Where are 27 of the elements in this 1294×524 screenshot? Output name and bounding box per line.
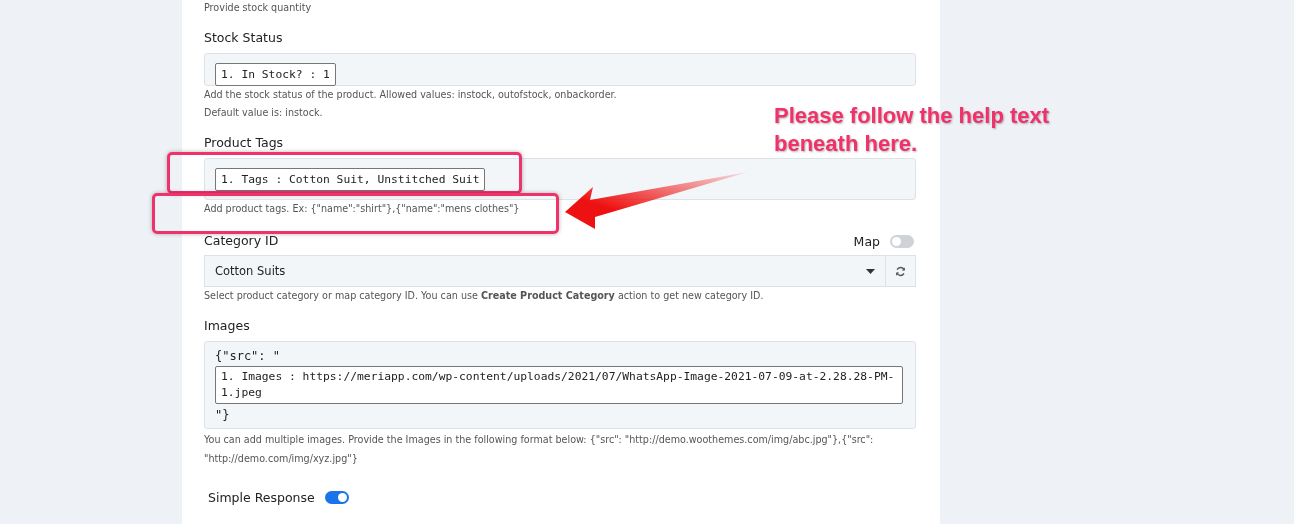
help-text: Add the stock status of the product. Allowed values: instock, outofstock, onbackorder. xyxy=(204,88,617,102)
toggle-label: Simple Response xyxy=(208,490,315,505)
field-label: Stock Status xyxy=(204,29,283,47)
simple-response-toggle[interactable] xyxy=(324,491,349,504)
field-label: Product Tags xyxy=(204,134,284,152)
map-toggle[interactable] xyxy=(890,234,914,248)
category-select[interactable]: Cotton Suits xyxy=(204,255,886,287)
product-tags-field[interactable]: 1. Tags : Cotton Suit, Unstitched Suit xyxy=(204,158,916,200)
images-field[interactable]: {"src": " 1. Images : https://meriapp.com/wp-content/uploads/2021/07/WhatsApp-Image-2021-07-09-at-2.28.28-PM-1.jpeg "} xyxy=(204,341,916,429)
help-text: Provide stock quantity xyxy=(204,1,312,15)
value-chip: 1. In Stock? : 1 xyxy=(215,63,336,86)
annotation-text: Please follow the help text beneath here. xyxy=(774,102,1051,158)
help-text: Add product tags. Ex: {"name":"shirt"},{"name":"mens clothes"} xyxy=(204,202,520,216)
value-chip: 1. Tags : Cotton Suit, Unstitched Suit xyxy=(215,168,486,191)
refresh-icon xyxy=(895,265,906,277)
template-text: {"src": " xyxy=(215,348,282,365)
template-text: "} xyxy=(215,407,231,424)
value-chip: 1. Images : https://meriapp.com/wp-content/uploads/2021/07/WhatsApp-Image-2021-07-09-at-2.28.28-PM-1.jpeg xyxy=(215,366,903,404)
help-text: Select product category or map category ID. You can use Create Product Category action to get new category ID. xyxy=(204,289,764,303)
field-label: Category ID xyxy=(204,232,279,250)
field-label: Images xyxy=(204,317,250,335)
refresh-button[interactable] xyxy=(886,255,916,287)
help-text: You can add multiple images. Provide the Images in the following format below: {"src": "http://demo.woothemes.com/img/abc.jpg"},{"src": "http://demo.com/img/xyz.jpg"} xyxy=(204,433,875,466)
help-text: Default value is: instock. xyxy=(204,106,323,120)
caret-icon xyxy=(866,268,875,274)
stock-status-field[interactable]: 1. In Stock? : 1 xyxy=(204,53,916,86)
toggle-label: Map xyxy=(853,233,880,249)
